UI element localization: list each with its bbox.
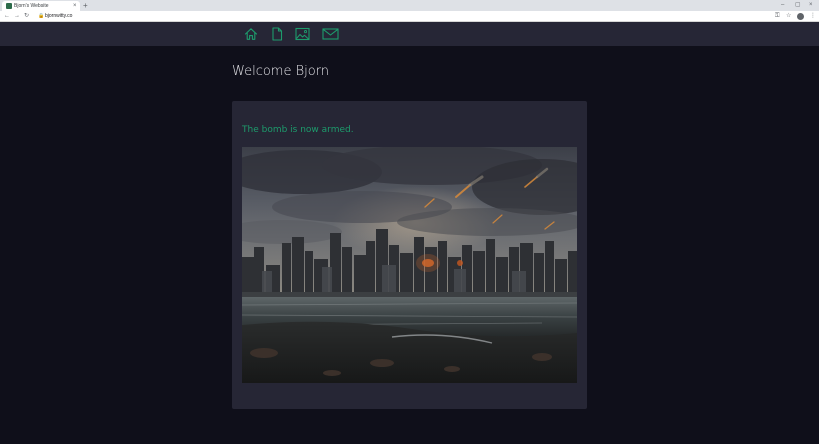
- tab-close-icon[interactable]: ×: [73, 2, 77, 10]
- tab-title: Bjorn's Website: [14, 3, 49, 9]
- browser-menu-icon[interactable]: ⋮: [810, 11, 816, 22]
- profile-avatar[interactable]: [797, 13, 804, 20]
- status-message: The bomb is now armed.: [242, 125, 354, 135]
- url-field[interactable]: bjornwitty.co: [45, 11, 72, 22]
- browser-tab-strip: Bjorn's Website × + – ▢ ×: [0, 0, 819, 11]
- bookmark-star-icon[interactable]: ☆: [786, 11, 791, 22]
- forward-button[interactable]: →: [14, 11, 20, 22]
- home-icon[interactable]: [244, 27, 258, 41]
- new-tab-button[interactable]: +: [83, 0, 88, 11]
- address-bar: ← → ↻ 🔒 bjornwitty.co ⚿ ☆ ⋮: [0, 11, 819, 22]
- favicon-icon: [6, 3, 12, 9]
- mail-icon[interactable]: [322, 27, 339, 41]
- key-icon[interactable]: ⚿: [775, 11, 780, 22]
- city-destruction-image: [242, 147, 577, 383]
- site-nav: [0, 22, 819, 46]
- maximize-button[interactable]: ▢: [795, 0, 801, 11]
- close-window-button[interactable]: ×: [809, 0, 813, 11]
- welcome-heading: Welcome Bjorn: [232, 64, 330, 79]
- reload-button[interactable]: ↻: [24, 11, 29, 22]
- back-button[interactable]: ←: [4, 11, 10, 22]
- image-icon[interactable]: [295, 27, 310, 41]
- browser-tab[interactable]: Bjorn's Website ×: [2, 1, 80, 11]
- document-icon[interactable]: [271, 27, 283, 41]
- minimize-button[interactable]: –: [781, 0, 784, 11]
- lock-icon: 🔒: [38, 13, 45, 19]
